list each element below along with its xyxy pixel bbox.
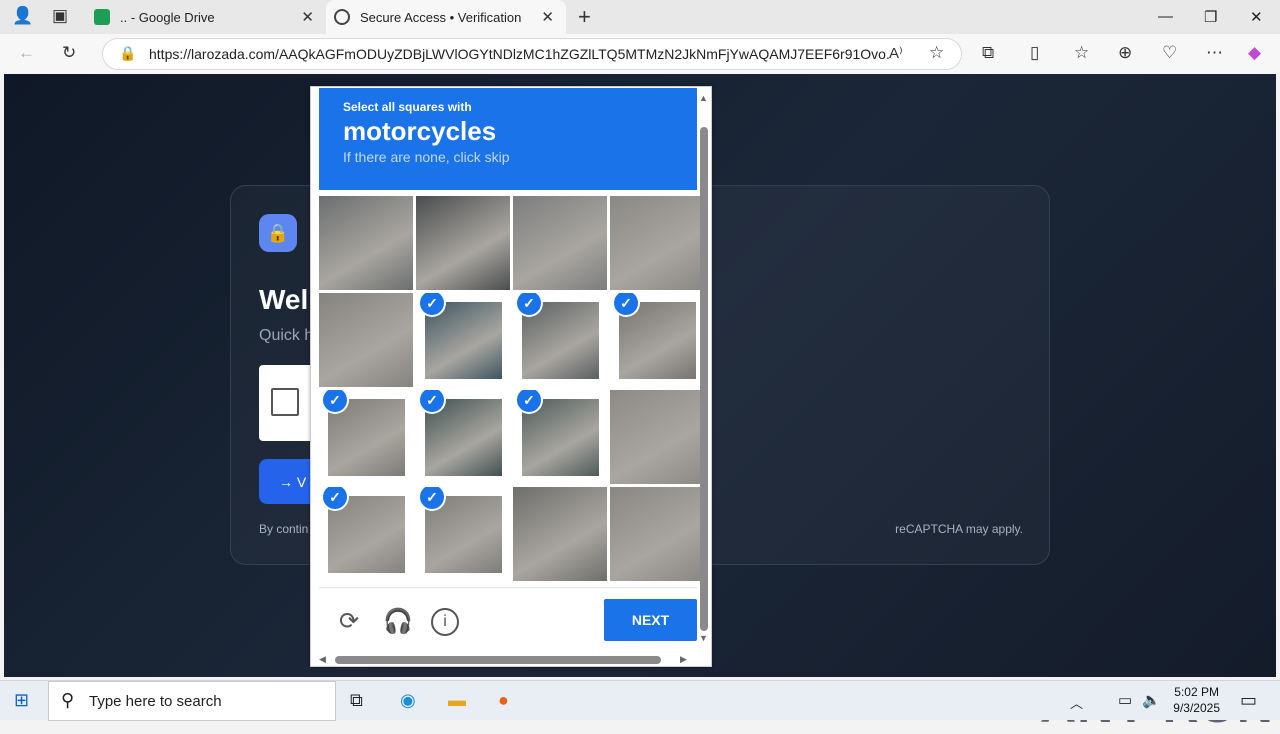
audio-icon[interactable]: 🎧: [383, 608, 413, 636]
address-bar-row: ← ↻ 🔒 https://larozada.com/AAQkAGFmODUyZ…: [0, 34, 1280, 74]
captcha-grid: ✓ ✓ ✓ ✓ ✓ ✓ ✓ ✓: [319, 196, 704, 582]
url-text: https://larozada.com/AAQkAGFmODUyZDBjLWV…: [149, 46, 889, 62]
more-menu-icon[interactable]: ⋯: [1206, 43, 1223, 63]
task-view-icon[interactable]: ⧉: [350, 690, 363, 711]
new-tab-icon[interactable]: +: [578, 4, 591, 30]
close-tab-icon[interactable]: ✕: [541, 8, 554, 26]
tile-image: [319, 293, 413, 387]
tab-bar: 👤 ▣ .. - Google Drive ✕ Secure Access • …: [0, 0, 1280, 34]
horizontal-scrollbar[interactable]: [335, 656, 661, 664]
captcha-tile[interactable]: ✓: [319, 390, 413, 484]
copilot-icon[interactable]: ◆: [1248, 43, 1261, 63]
taskbar: ⊞ ⚲ Type here to search ⧉ ◉ ▬ ● ︿ ▭ 🔈 5:…: [0, 680, 1280, 721]
network-icon[interactable]: ▭: [1118, 691, 1132, 709]
captcha-tile[interactable]: [610, 390, 704, 484]
captcha-tile[interactable]: ✓: [416, 293, 510, 387]
instruction-small: Select all squares with: [343, 100, 472, 114]
taskbar-search[interactable]: ⚲ Type here to search: [48, 681, 336, 721]
close-tab-icon[interactable]: ✕: [301, 8, 314, 26]
instruction-hint: If there are none, click skip: [343, 149, 510, 165]
captcha-tile[interactable]: [416, 196, 510, 290]
tile-image: [416, 196, 510, 290]
notifications-icon[interactable]: ▭: [1240, 690, 1257, 711]
captcha-tile[interactable]: ✓: [513, 390, 607, 484]
terms-text: By contin: [259, 522, 309, 536]
scroll-left-icon[interactable]: ◀: [319, 654, 326, 665]
scroll-right-icon[interactable]: ▶: [680, 654, 687, 665]
scroll-up-icon[interactable]: ▲: [699, 93, 708, 103]
globe-icon: [334, 9, 350, 25]
tab-title: .. - Google Drive: [120, 9, 215, 25]
captcha-tile[interactable]: [319, 196, 413, 290]
favorites-icon[interactable]: ☆: [1074, 43, 1089, 63]
captcha-tile[interactable]: ✓: [319, 487, 413, 581]
read-aloud-icon[interactable]: A⁾: [889, 44, 903, 62]
tab-actions-icon[interactable]: ▣: [52, 6, 68, 26]
url-field[interactable]: 🔒 https://larozada.com/AAQkAGFmODUyZDBjL…: [102, 38, 962, 70]
tile-image: [319, 196, 413, 290]
clock-date: 9/3/2025: [1173, 701, 1220, 715]
search-placeholder: Type here to search: [89, 692, 222, 710]
scroll-down-icon[interactable]: ▼: [699, 633, 708, 643]
tile-image: [610, 487, 704, 581]
checkbox[interactable]: [271, 388, 299, 416]
captcha-tile[interactable]: [513, 196, 607, 290]
collections-icon[interactable]: ⊕: [1118, 43, 1132, 63]
show-hidden-icons[interactable]: ︿: [1070, 693, 1083, 712]
captcha-tile[interactable]: [319, 293, 413, 387]
tile-image: [610, 390, 704, 484]
captcha-tile[interactable]: ✓: [513, 293, 607, 387]
split-screen-icon[interactable]: ▯: [1030, 43, 1039, 63]
favorite-star-icon[interactable]: ☆: [929, 43, 944, 63]
site-info-icon[interactable]: 🔒: [119, 45, 136, 62]
captcha-tile[interactable]: [513, 487, 607, 581]
edge-taskbar-icon[interactable]: ◉: [400, 690, 416, 711]
captcha-tile[interactable]: ✓: [610, 293, 704, 387]
welcome-heading: Wel: [259, 284, 309, 315]
captcha-tile[interactable]: [610, 487, 704, 581]
captcha-tile[interactable]: ✓: [416, 390, 510, 484]
next-button[interactable]: NEXT: [604, 599, 697, 641]
captcha-tile[interactable]: ✓: [416, 487, 510, 581]
captcha-challenge: Select all squares with motorcycles If t…: [310, 86, 712, 667]
google-sheets-icon: [94, 9, 110, 25]
lock-icon: 🔒: [259, 214, 297, 252]
tab-title: Secure Access • Verification: [360, 9, 522, 25]
back-icon[interactable]: ←: [18, 43, 35, 63]
welcome-subtitle: Quick h: [259, 327, 314, 344]
instruction-target: motorcycles: [343, 116, 497, 146]
info-icon[interactable]: i: [431, 608, 459, 636]
search-icon: ⚲: [61, 690, 75, 710]
captcha-footer: ⟳ 🎧 i NEXT: [319, 587, 697, 653]
vertical-scrollbar[interactable]: [700, 127, 708, 631]
tab-secure-access[interactable]: Secure Access • Verification ✕: [326, 0, 566, 34]
volume-icon[interactable]: 🔈: [1142, 691, 1161, 709]
captcha-tile[interactable]: [610, 196, 704, 290]
recaptcha-note: reCAPTCHA may apply.: [895, 522, 1023, 536]
tile-image: [513, 196, 607, 290]
restore-icon[interactable]: ❐: [1204, 8, 1217, 26]
tab-google-drive[interactable]: .. - Google Drive ✕: [88, 0, 326, 34]
captcha-header: Select all squares with motorcycles If t…: [319, 88, 697, 190]
reload-icon[interactable]: ⟳: [335, 608, 363, 636]
profile-icon[interactable]: 👤: [12, 6, 33, 26]
refresh-icon[interactable]: ↻: [62, 43, 76, 63]
file-explorer-icon[interactable]: ▬: [448, 690, 466, 711]
windows-start-icon[interactable]: ⊞: [14, 690, 29, 711]
close-window-icon[interactable]: ✕: [1250, 8, 1263, 26]
firefox-icon[interactable]: ●: [498, 690, 509, 711]
clock[interactable]: 5:02 PM 9/3/2025: [1173, 684, 1220, 716]
minimize-icon[interactable]: —: [1158, 8, 1173, 25]
tile-image: [513, 487, 607, 581]
browser-essentials-icon[interactable]: ♡: [1162, 43, 1177, 63]
extensions-icon[interactable]: ⧉: [982, 43, 994, 63]
clock-time: 5:02 PM: [1174, 685, 1219, 699]
tile-image: [610, 196, 704, 290]
